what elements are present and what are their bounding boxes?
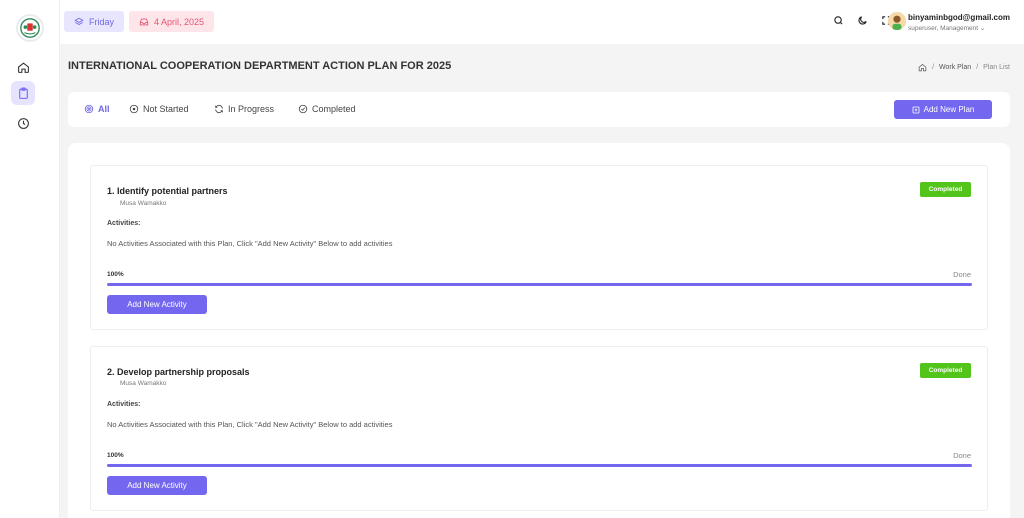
status-badge: Completed — [920, 182, 971, 197]
breadcrumb-separator: / — [976, 64, 979, 71]
date-chip: 4 April, 2025 — [129, 11, 215, 32]
progress-bar-fill — [107, 464, 972, 467]
target-icon — [84, 104, 94, 114]
topbar-actions — [833, 15, 892, 26]
progress-bar — [107, 283, 972, 286]
activities-label: Activities: — [107, 401, 141, 408]
plan-card: 1. Identify potential partners Musa Wama… — [90, 165, 988, 330]
topbar: Friday 4 April, 2025 binyaminbgod@gmail.… — [60, 0, 1024, 44]
user-menu[interactable]: binyaminbgod@gmail.com superuser, Manage… — [908, 13, 1010, 32]
filter-completed-label: Completed — [312, 104, 356, 114]
filter-not-started-label: Not Started — [143, 104, 189, 114]
breadcrumb-plan-list: Plan List — [983, 64, 1010, 71]
day-label: Friday — [89, 16, 115, 27]
coat-of-arms-logo[interactable] — [16, 14, 44, 42]
layers-icon — [74, 17, 84, 25]
progress-bar — [107, 464, 972, 467]
breadcrumb-work-plan[interactable]: Work Plan — [939, 64, 971, 71]
breadcrumb-separator: / — [932, 64, 935, 71]
filter-in-progress[interactable]: In Progress — [214, 104, 274, 114]
home-icon — [17, 61, 29, 73]
emblem-icon — [20, 18, 40, 38]
check-circle-icon — [298, 104, 308, 114]
filter-all-label: All — [98, 104, 110, 114]
clipboard-icon — [18, 87, 28, 99]
progress-percent: 100% — [107, 271, 124, 278]
filter-all[interactable]: All — [84, 104, 110, 114]
user-avatar-icon — [888, 12, 906, 30]
sidebar-item-history[interactable] — [11, 111, 35, 135]
plan-title: 2. Develop partnership proposals — [107, 367, 250, 377]
sidebar — [0, 0, 60, 518]
day-chip: Friday — [64, 11, 125, 32]
filter-in-progress-label: In Progress — [228, 104, 275, 114]
add-new-plan-label: Add New Plan — [923, 105, 975, 114]
user-email: binyaminbgod@gmail.com — [907, 13, 1010, 22]
filter-not-started[interactable]: Not Started — [129, 104, 189, 114]
progress-status: Done — [953, 270, 971, 279]
inbox-icon — [139, 18, 149, 25]
breadcrumb: / Work Plan / Plan List — [918, 63, 1010, 72]
plan-owner: Musa Wamakko — [120, 200, 167, 207]
sidebar-item-home[interactable] — [11, 55, 35, 79]
plan-card: 2. Develop partnership proposals Musa Wa… — [90, 346, 988, 511]
plus-square-icon — [912, 106, 920, 113]
home-icon[interactable] — [918, 63, 927, 72]
plan-title: 1. Identify potential partners — [107, 186, 228, 196]
add-new-activity-button[interactable]: Add New Activity — [107, 476, 207, 495]
progress-percent: 100% — [107, 452, 124, 459]
play-circle-icon — [129, 104, 139, 114]
clock-icon — [17, 117, 29, 129]
progress-bar-fill — [107, 283, 972, 286]
sidebar-item-workplan[interactable] — [11, 81, 35, 105]
user-role: superuser, Management ⌄ — [907, 25, 986, 32]
add-new-plan-button[interactable]: Add New Plan — [894, 100, 992, 119]
activities-empty-text: No Activities Associated with this Plan,… — [107, 239, 393, 248]
plan-owner: Musa Wamakko — [120, 380, 167, 387]
activities-label: Activities: — [107, 220, 141, 227]
activities-empty-text: No Activities Associated with this Plan,… — [107, 420, 393, 429]
progress-status: Done — [953, 451, 971, 460]
plan-list-card: 1. Identify potential partners Musa Wama… — [68, 143, 1010, 518]
search-icon[interactable] — [833, 15, 844, 26]
date-label: 4 April, 2025 — [154, 16, 205, 27]
refresh-icon — [215, 104, 223, 114]
status-badge: Completed — [920, 363, 971, 378]
filter-completed[interactable]: Completed — [298, 104, 356, 114]
avatar[interactable] — [888, 12, 906, 30]
moon-icon[interactable] — [857, 15, 868, 26]
add-new-activity-button[interactable]: Add New Activity — [107, 295, 207, 314]
filter-bar: All Not Started In Progress Completed Ad… — [68, 92, 1010, 127]
page-title: INTERNATIONAL COOPERATION DEPARTMENT ACT… — [68, 60, 452, 72]
